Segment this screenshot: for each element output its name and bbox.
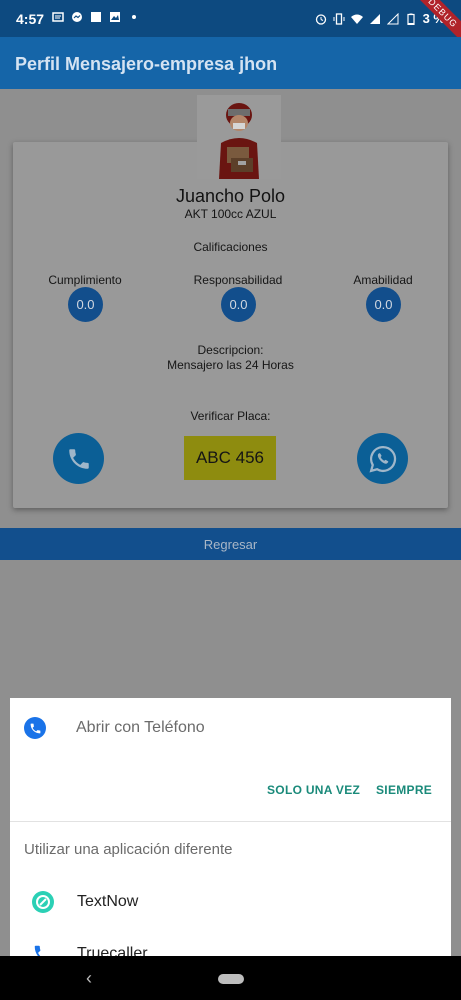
courier-illustration [197, 95, 281, 179]
message-icon [52, 12, 64, 22]
ratings-title: Calificaciones [193, 240, 268, 254]
phone-icon [68, 448, 89, 469]
nav-home-pill[interactable] [218, 974, 244, 984]
dot-icon [132, 15, 136, 19]
system-nav-bar: ‹ [0, 956, 461, 1000]
app-option-label: TextNow [77, 893, 139, 910]
messenger-icon [72, 12, 82, 22]
whatsapp-button[interactable] [357, 433, 408, 484]
rating-value-responsabilidad: 0.0 [221, 287, 256, 322]
app-option-textnow[interactable]: TextNow [10, 879, 451, 923]
app-option-truecaller[interactable]: Truecaller [10, 931, 451, 956]
alarm-icon [315, 13, 326, 25]
status-time: 4:57 [16, 11, 45, 27]
license-plate: ABC 456 [184, 436, 276, 480]
verify-plate-label: Verificar Placa: [190, 409, 271, 423]
app-chooser-sheet: Abrir con Teléfono SOLO UNA VEZ SIEMPRE … [10, 698, 451, 956]
app-option-label: Truecaller [77, 945, 148, 956]
app-bar: Perfil Mensajero-empresa jhon [0, 37, 461, 89]
description-title: Descripcion: [197, 343, 264, 357]
description-text: Mensajero las 24 Horas [167, 358, 294, 372]
rating-label-cumplimiento: Cumplimiento [48, 273, 122, 287]
image-icon [110, 12, 120, 22]
call-button[interactable] [53, 433, 104, 484]
back-button[interactable]: Regresar [0, 528, 461, 560]
vibrate-icon [333, 12, 345, 25]
phone-icon [30, 723, 40, 733]
truecaller-icon [32, 943, 54, 956]
courier-name: Juancho Polo [175, 186, 286, 206]
signal-2-icon [386, 12, 399, 24]
rating-label-amabilidad: Amabilidad [353, 273, 413, 287]
battery-icon [406, 13, 415, 25]
textnow-icon [32, 891, 54, 913]
signal-icon [369, 13, 380, 24]
other-app-label: Utilizar una aplicación diferente [24, 841, 233, 858]
wifi-icon [350, 14, 363, 24]
courier-vehicle: AKT 100cc AZUL [184, 207, 277, 221]
always-button[interactable]: SIEMPRE [376, 783, 432, 797]
just-once-button[interactable]: SOLO UNA VEZ [267, 783, 360, 797]
nav-back-icon[interactable]: ‹ [86, 968, 92, 989]
status-bar: 4:57 3 % DEBUG [0, 0, 461, 47]
square-icon [91, 12, 101, 22]
whatsapp-icon [369, 445, 396, 472]
page-title: Perfil Mensajero-empresa jhon [15, 54, 278, 74]
rating-value-amabilidad: 0.0 [366, 287, 401, 322]
rating-value-cumplimiento: 0.0 [68, 287, 103, 322]
divider [10, 821, 451, 822]
phone-app-icon [24, 717, 46, 739]
open-with-title: Abrir con Teléfono [76, 719, 205, 736]
avatar [197, 95, 281, 179]
rating-label-responsabilidad: Responsabilidad [193, 273, 283, 287]
